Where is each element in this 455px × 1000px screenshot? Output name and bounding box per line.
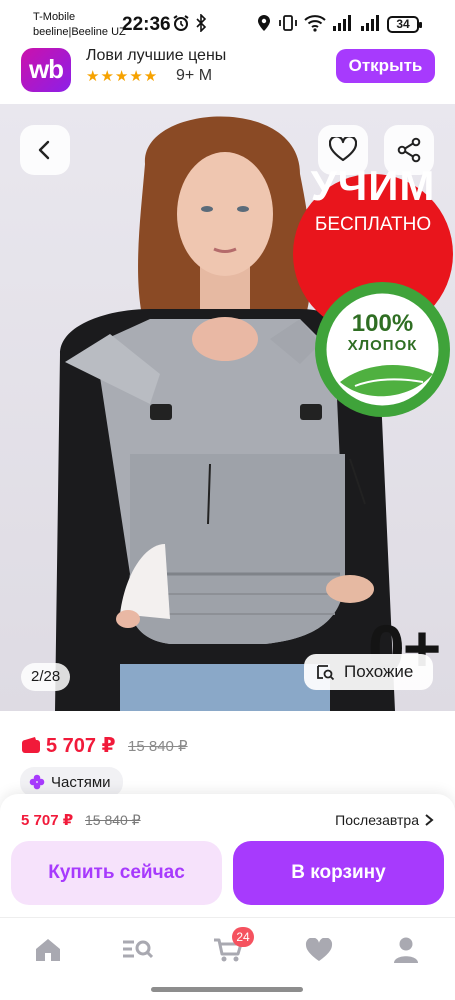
image-search-icon: [317, 665, 335, 681]
installments-label: Частями: [51, 773, 111, 791]
profile-icon: [394, 937, 418, 963]
location-icon: [257, 14, 271, 37]
add-to-cart-button[interactable]: В корзину: [233, 841, 444, 905]
back-button[interactable]: [20, 125, 70, 175]
panel-old-price: 15 840 ₽: [85, 812, 141, 828]
status-clock: 22:36: [122, 14, 171, 35]
clover-icon: [29, 774, 45, 790]
open-app-button[interactable]: Открыть: [336, 49, 435, 83]
wb-logo: wb: [21, 48, 71, 92]
chevron-left-icon: [38, 140, 50, 160]
app-install-banner: wb Лови лучшие цены ★★★★★ 9+ M Открыть: [0, 46, 455, 104]
home-icon: [36, 939, 60, 961]
tab-catalog[interactable]: [117, 934, 157, 966]
old-price: 15 840 ₽: [128, 738, 188, 755]
heart-icon: [329, 137, 357, 162]
cotton-label: ХЛОПОК: [347, 337, 418, 354]
delivery-date[interactable]: Послезавтра: [335, 812, 434, 828]
alarm-icon: [172, 14, 190, 37]
tab-profile[interactable]: [386, 934, 426, 966]
panel-price: 5 707 ₽: [21, 812, 74, 829]
carrier-name-2: beeline|Beeline UZ: [33, 26, 126, 38]
home-indicator: [151, 987, 303, 992]
share-button[interactable]: [384, 125, 434, 175]
current-price: 5 707 ₽: [46, 735, 116, 757]
wallet-icon: [22, 737, 40, 753]
tab-home[interactable]: [28, 934, 68, 966]
carrier-name-1: T-Mobile: [33, 11, 76, 23]
buy-now-button[interactable]: Купить сейчас: [11, 841, 222, 905]
delivery-label: Послезавтра: [335, 812, 419, 828]
buy-panel: 5 707 ₽ 15 840 ₽ Послезавтра Купить сейч…: [0, 794, 455, 917]
rating-count: 9+ M: [176, 67, 213, 84]
chevron-right-icon: [425, 814, 434, 826]
favorite-button[interactable]: [318, 125, 368, 175]
bluetooth-icon: [195, 13, 207, 37]
image-counter: 2/28: [21, 663, 71, 691]
signal-icon-2: [360, 14, 380, 37]
share-icon: [397, 137, 421, 163]
rating-stars: ★★★★★: [86, 68, 159, 85]
cart-count-badge: 24: [232, 927, 254, 947]
status-bar: T-Mobile beeline|Beeline UZ 22:36 34: [0, 0, 455, 46]
heart-icon: [305, 938, 333, 961]
vibrate-icon: [278, 14, 298, 37]
similar-button[interactable]: Похожие: [304, 654, 433, 690]
banner-title: Лови лучшие цены: [86, 47, 227, 64]
wifi-icon: [304, 14, 326, 37]
signal-icon-1: [332, 14, 352, 37]
catalog-search-icon: [123, 940, 153, 959]
promo-subtitle: БЕСПЛАТНО: [314, 214, 432, 235]
product-gallery[interactable]: УЧИМ БЕСПЛАТНО 100% ХЛОПОК 0+ 2/28 Похож…: [0, 104, 455, 711]
cotton-percent: 100%: [351, 310, 414, 337]
similar-label: Похожие: [344, 662, 414, 681]
installments-chip[interactable]: Частями: [20, 767, 123, 797]
tab-favorites[interactable]: [299, 934, 339, 966]
battery-indicator: 34: [387, 16, 422, 33]
